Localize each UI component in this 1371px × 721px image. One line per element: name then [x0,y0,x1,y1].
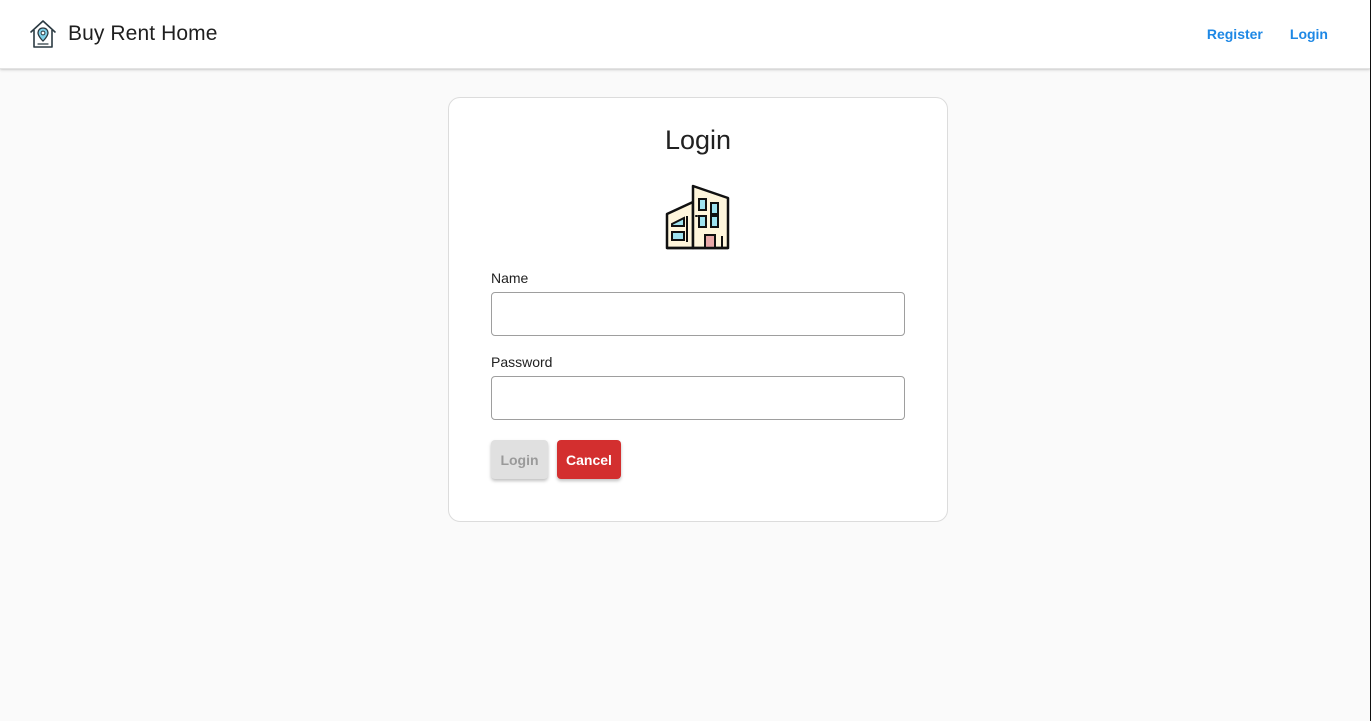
password-label: Password [491,354,553,370]
top-nav: Register Login [1207,24,1328,44]
login-title: Login [664,125,732,155]
brand-title: Buy Rent Home [68,22,218,45]
cancel-button[interactable]: Cancel [557,440,621,479]
page: Buy Rent Home Register Login Login Name … [0,0,1371,721]
register-link[interactable]: Register [1207,24,1263,44]
login-button[interactable]: Login [491,440,548,479]
login-link[interactable]: Login [1290,24,1328,44]
brand[interactable]: Buy Rent Home [29,19,218,49]
password-input[interactable] [491,376,905,420]
name-input[interactable] [491,292,905,336]
name-label: Name [491,270,529,286]
login-card: Login Name Password Login Cancel [448,97,948,522]
building-icon [665,184,730,250]
app-header: Buy Rent Home Register Login [0,0,1370,69]
house-location-icon [30,20,56,48]
